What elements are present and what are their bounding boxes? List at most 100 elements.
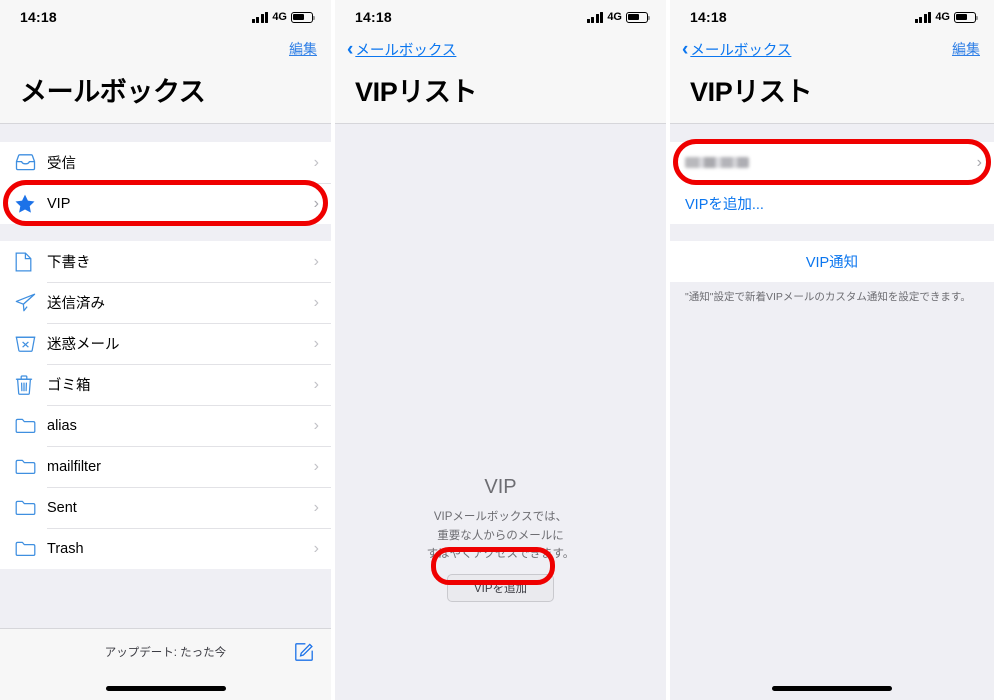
panel-vip-empty: 14:18 4G ‹ メールボックス VIPリスト VIP VIPメールボックス… xyxy=(335,0,666,700)
chevron-right-icon: › xyxy=(313,252,319,270)
list-item-label: mailfilter xyxy=(47,458,101,475)
page-title: VIPリスト xyxy=(355,77,478,107)
list-item-label: VIP xyxy=(47,195,71,212)
chevron-right-icon: › xyxy=(313,293,319,311)
mailbox-group-primary: 受信 › VIP › xyxy=(0,142,331,224)
drafts-document-icon xyxy=(15,251,47,272)
chevron-right-icon: › xyxy=(313,539,319,557)
list-item-label: 受信 xyxy=(47,156,76,172)
toolbar-inner: アップデート: たった今 xyxy=(0,629,331,675)
empty-state-description: VIPメールボックスでは、 重要な人からのメールに すばやくアクセスできます。 xyxy=(335,508,666,564)
signal-bars-icon xyxy=(251,11,269,23)
add-vip-link[interactable]: VIPを追加... xyxy=(670,183,994,224)
list-item-label: 下書き xyxy=(47,255,91,271)
vip-contact-name-redacted xyxy=(685,157,749,168)
list-item-alias[interactable]: alias › xyxy=(0,405,331,446)
section-gap xyxy=(670,224,994,241)
vip-list-group: › VIPを追加... xyxy=(670,142,994,224)
home-indicator xyxy=(105,686,226,691)
trash-icon xyxy=(15,374,47,395)
empty-state-heading: VIP xyxy=(484,476,517,498)
back-button[interactable]: ‹ メールボックス xyxy=(682,39,791,60)
folder-icon xyxy=(15,499,47,516)
back-button[interactable]: ‹ メールボックス xyxy=(347,39,456,60)
nav-header: 編集 メールボックス xyxy=(0,34,331,123)
back-button-label: メールボックス xyxy=(690,42,792,59)
list-item-inbox[interactable]: 受信 › xyxy=(0,142,331,183)
empty-desc-line-3: すばやくアクセスできます。 xyxy=(426,548,575,561)
battery-icon xyxy=(626,11,651,23)
back-button-label: メールボックス xyxy=(355,42,457,59)
chevron-left-icon: ‹ xyxy=(347,38,354,60)
status-indicators: 4G xyxy=(586,11,651,23)
section-gap xyxy=(0,124,331,142)
battery-icon xyxy=(954,11,979,23)
update-status-text: アップデート: たった今 xyxy=(104,647,227,659)
junk-bin-icon xyxy=(15,335,47,353)
battery-icon xyxy=(291,11,316,23)
vip-notification-note: "通知"設定で新着VIPメールのカスタム通知を設定できます。 xyxy=(685,291,971,303)
status-indicators: 4G xyxy=(251,11,316,23)
empty-desc-line-2: 重要な人からのメールに xyxy=(437,529,564,542)
add-vip-button[interactable]: VIPを追加 xyxy=(446,573,555,602)
empty-state-body: VIP VIPメールボックスでは、 重要な人からのメールに すばやくアクセスでき… xyxy=(335,124,666,700)
folder-icon xyxy=(15,417,47,434)
list-item-vip-contact[interactable]: › xyxy=(670,142,994,183)
chevron-right-icon: › xyxy=(313,194,319,212)
network-label: 4G xyxy=(935,11,950,23)
panel-mailboxes: 14:18 4G 編集 メールボックス 受信 › VIP › 下書き › 送信済… xyxy=(0,0,331,700)
status-indicators: 4G xyxy=(914,11,979,23)
list-item-sent-folder[interactable]: Sent › xyxy=(0,487,331,528)
star-icon xyxy=(15,194,47,213)
bottom-toolbar: アップデート: たった今 xyxy=(0,628,331,700)
empty-desc-line-1: VIPメールボックスでは、 xyxy=(433,511,568,523)
screenshot-stage: 14:18 4G 編集 メールボックス 受信 › VIP › 下書き › 送信済… xyxy=(0,0,994,700)
list-item-label: alias xyxy=(47,417,77,434)
status-bar: 14:18 4G xyxy=(335,0,666,34)
edit-button[interactable]: 編集 xyxy=(289,39,317,59)
list-item-label: Trash xyxy=(47,540,84,557)
list-item-label: 送信済み xyxy=(47,296,105,312)
signal-bars-icon xyxy=(586,11,604,23)
section-gap xyxy=(670,124,994,142)
sent-paperplane-icon xyxy=(15,293,47,312)
status-clock: 14:18 xyxy=(690,9,727,25)
section-gap xyxy=(0,224,331,241)
list-item-trash[interactable]: ゴミ箱 › xyxy=(0,364,331,405)
status-clock: 14:18 xyxy=(20,9,57,25)
compose-icon[interactable] xyxy=(295,641,315,661)
list-item-sent[interactable]: 送信済み › xyxy=(0,282,331,323)
list-item-vip[interactable]: VIP › xyxy=(0,183,331,224)
page-title: メールボックス xyxy=(20,77,206,107)
vip-notification-group: VIP通知 xyxy=(670,241,994,282)
chevron-right-icon: › xyxy=(313,416,319,434)
list-item-label: Sent xyxy=(47,499,77,516)
list-item-trash-folder[interactable]: Trash › xyxy=(0,528,331,569)
nav-header: ‹ メールボックス 編集 VIPリスト xyxy=(670,34,994,123)
folder-icon xyxy=(15,540,47,557)
list-item-label: ゴミ箱 xyxy=(47,378,91,394)
panel-vip-list: 14:18 4G ‹ メールボックス 編集 VIPリスト › VIPを追加...… xyxy=(670,0,994,700)
nav-header: ‹ メールボックス VIPリスト xyxy=(335,34,666,123)
list-item-mailfilter[interactable]: mailfilter › xyxy=(0,446,331,487)
list-item-drafts[interactable]: 下書き › xyxy=(0,241,331,282)
list-item-junk[interactable]: 迷惑メール › xyxy=(0,323,331,364)
home-indicator xyxy=(772,686,892,691)
chevron-right-icon: › xyxy=(976,153,982,171)
status-bar: 14:18 4G xyxy=(670,0,994,34)
signal-bars-icon xyxy=(914,11,932,23)
empty-state: VIP VIPメールボックスでは、 重要な人からのメールに すばやくアクセスでき… xyxy=(335,476,666,602)
list-item-label: 迷惑メール xyxy=(47,337,120,353)
status-clock: 14:18 xyxy=(355,9,392,25)
chevron-right-icon: › xyxy=(313,153,319,171)
status-bar: 14:18 4G xyxy=(0,0,331,34)
chevron-right-icon: › xyxy=(313,375,319,393)
network-label: 4G xyxy=(272,11,287,23)
mailbox-group-folders: 下書き › 送信済み › 迷惑メール › ゴミ箱 › alias › mailf… xyxy=(0,241,331,569)
vip-notification-link[interactable]: VIP通知 xyxy=(670,241,994,282)
edit-button[interactable]: 編集 xyxy=(952,39,980,59)
chevron-right-icon: › xyxy=(313,457,319,475)
folder-icon xyxy=(15,458,47,475)
inbox-icon xyxy=(15,154,47,171)
page-title: VIPリスト xyxy=(690,77,813,107)
